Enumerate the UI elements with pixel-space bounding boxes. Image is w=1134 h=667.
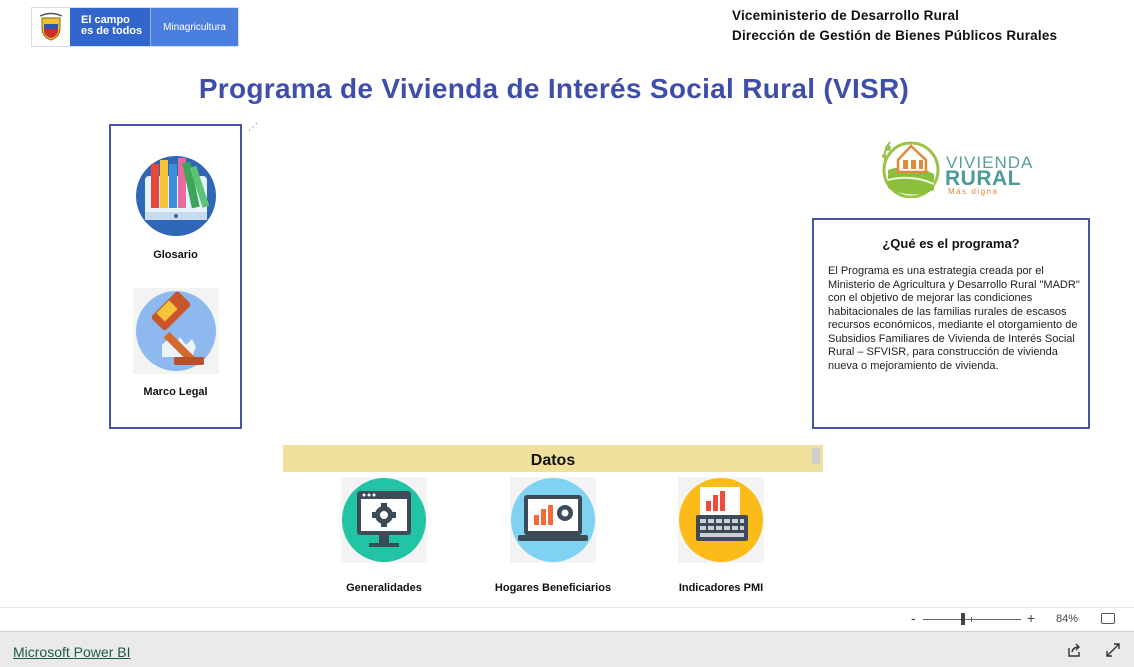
zoom-percent: 84% — [1056, 613, 1079, 625]
hogares-beneficiarios-label: Hogares Beneficiarios — [494, 582, 612, 594]
page-title: Programa de Vivienda de Interés Social R… — [198, 73, 910, 104]
hogares-beneficiarios-button[interactable]: Hogares Beneficiarios — [473, 477, 633, 594]
scrollbar-thumb[interactable] — [812, 448, 820, 464]
fullscreen-icon[interactable] — [1105, 642, 1121, 663]
datos-header: Datos — [283, 445, 823, 472]
zoom-slider-thumb[interactable] — [961, 613, 965, 625]
glosario-label: Glosario — [153, 249, 198, 261]
share-icon[interactable] — [1066, 642, 1082, 663]
indicadores-pmi-button[interactable]: Indicadores PMI — [641, 477, 801, 594]
zoom-out-button[interactable]: - — [911, 610, 916, 626]
program-info-body: El Programa es una estrategia creada por… — [828, 265, 1080, 372]
keyboard-chart-icon — [678, 477, 764, 568]
fit-to-page-icon[interactable] — [1101, 613, 1115, 624]
generalidades-button[interactable]: Generalidades — [304, 477, 464, 594]
glosario-button[interactable]: Glosario — [111, 154, 240, 261]
datos-title: Datos — [530, 452, 576, 469]
marco-legal-label: Marco Legal — [143, 386, 208, 398]
left-nav-panel: Glosario Marco Legal — [109, 124, 242, 429]
vivienda-rural-logo: VIVIENDA RURAL Más digna — [876, 130, 1032, 198]
loading-spinner-icon: ⋰ — [248, 122, 258, 133]
powerbi-link[interactable]: Microsoft Power BI — [13, 644, 130, 660]
laptop-chart-icon — [510, 477, 596, 568]
monitor-gear-icon — [341, 477, 427, 568]
vice-line-1: Viceministerio de Desarrollo Rural — [732, 8, 960, 23]
government-logo: El campo es de todos Minagricultura — [31, 7, 239, 47]
report-canvas: El campo es de todos Minagricultura Vice… — [0, 0, 1134, 667]
ministry-label: Minagricultura — [150, 8, 238, 46]
vice-ministry-heading: Viceministerio de Desarrollo Rural Direc… — [732, 6, 1057, 46]
generalidades-label: Generalidades — [346, 582, 422, 594]
gavel-icon — [132, 287, 220, 380]
house-logo-icon — [882, 141, 940, 198]
coat-of-arms-icon — [32, 8, 70, 46]
zoom-bar: - + 84% — [0, 607, 1134, 631]
marco-legal-button[interactable]: Marco Legal — [111, 287, 240, 398]
zoom-slider-tick — [971, 617, 972, 622]
books-monitor-icon — [132, 154, 220, 243]
campo-line-2: es de todos — [81, 25, 143, 37]
tagline: Más digna — [948, 187, 999, 196]
campo-slogan: El campo es de todos — [70, 8, 150, 46]
vice-line-2: Dirección de Gestión de Bienes Públicos … — [732, 28, 1058, 43]
program-info-title: ¿Qué es el programa? — [882, 236, 1020, 251]
program-info-box: ¿Qué es el programa? El Programa es una … — [812, 218, 1090, 429]
indicadores-pmi-label: Indicadores PMI — [678, 582, 764, 594]
powerbi-footer: Microsoft Power BI — [0, 631, 1134, 667]
zoom-in-button[interactable]: + — [1027, 610, 1035, 626]
zoom-slider-track[interactable] — [923, 619, 1021, 620]
